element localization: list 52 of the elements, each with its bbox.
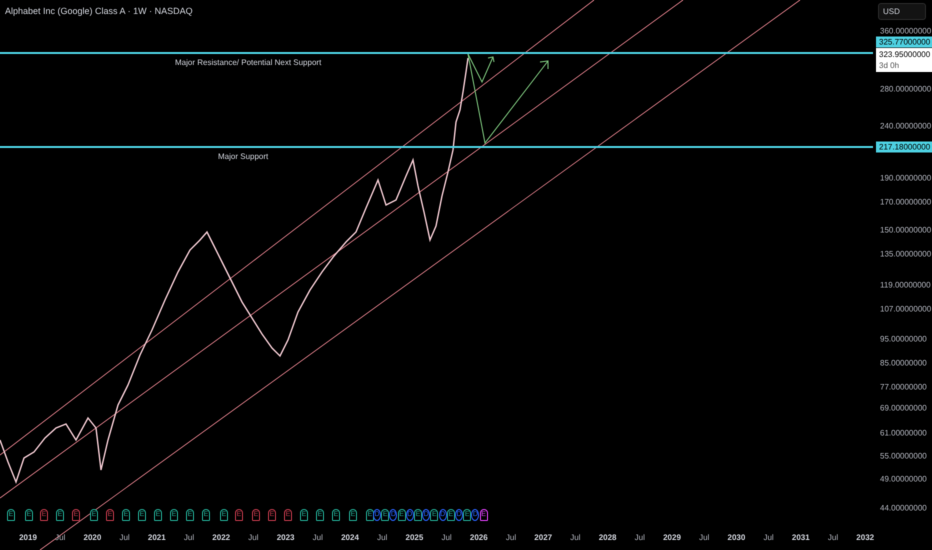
time-label: 2020 <box>84 533 102 542</box>
time-label: 2031 <box>792 533 810 542</box>
price-label: 240.00000000 <box>880 122 932 130</box>
time-label: Jul <box>763 533 774 542</box>
time-label: Jul <box>377 533 388 542</box>
currency-button[interactable]: USD <box>878 3 926 20</box>
price-label: 69.00000000 <box>880 404 927 412</box>
price-label: 280.00000000 <box>880 84 932 94</box>
price-label: 107.00000000 <box>880 304 932 314</box>
time-label: 2023 <box>276 533 294 542</box>
time-label: Jul <box>248 533 258 542</box>
time-label: 2025 <box>406 533 424 542</box>
time-label: Jul <box>441 533 452 542</box>
time-label: Jul <box>506 533 516 542</box>
time-label: Jul <box>55 533 66 542</box>
price-label: 119.00000000 <box>880 280 931 290</box>
price-label: 85.00000000 <box>880 358 927 368</box>
time-label: 2030 <box>728 533 746 542</box>
price-label: 61.00000000 <box>880 428 927 438</box>
price-label: 135.00000000 <box>880 250 932 258</box>
price-label: 77.00000000 <box>880 382 927 392</box>
price-label: 95.00000000 <box>880 334 927 344</box>
time-label: Jul <box>699 533 710 542</box>
time-label: Jul <box>828 533 838 542</box>
time-label: 2021 <box>148 533 166 542</box>
time-label: Jul <box>570 533 580 542</box>
level-label: Major Support <box>218 152 268 161</box>
time-label: Jul <box>634 533 645 542</box>
price-label: 49.00000000 <box>880 474 927 484</box>
time-label: 2022 <box>212 533 230 542</box>
time-label: 2019 <box>19 533 37 542</box>
price-label: 170.00000000 <box>880 198 932 206</box>
bar-countdown: 3d 0h <box>879 60 900 71</box>
time-label: 2026 <box>470 533 488 542</box>
level-label: Major Resistance/ Potential Next Support <box>175 58 322 67</box>
time-label: 2029 <box>663 533 681 542</box>
price-badge: 325.77000000 <box>876 36 932 48</box>
time-label: 2028 <box>598 533 616 542</box>
price-label: 190.00000000 <box>880 174 932 182</box>
price-label: 44.00000000 <box>880 504 927 512</box>
last-price: 323.95000000 <box>879 49 930 60</box>
time-label: 2024 <box>341 533 359 542</box>
time-label: Jul <box>119 533 130 542</box>
time-label: 2032 <box>856 533 874 542</box>
chart-title: Alphabet Inc (Google) Class A · 1W · NASDAQ <box>5 6 193 16</box>
price-label: 55.00000000 <box>880 452 927 460</box>
time-label: Jul <box>312 533 323 542</box>
time-label: 2027 <box>534 533 552 542</box>
price-badge: 217.18000000 <box>876 142 932 152</box>
price-label: 360.00000000 <box>880 26 932 36</box>
time-label: Jul <box>184 533 194 542</box>
price-label: 150.00000000 <box>880 226 932 234</box>
